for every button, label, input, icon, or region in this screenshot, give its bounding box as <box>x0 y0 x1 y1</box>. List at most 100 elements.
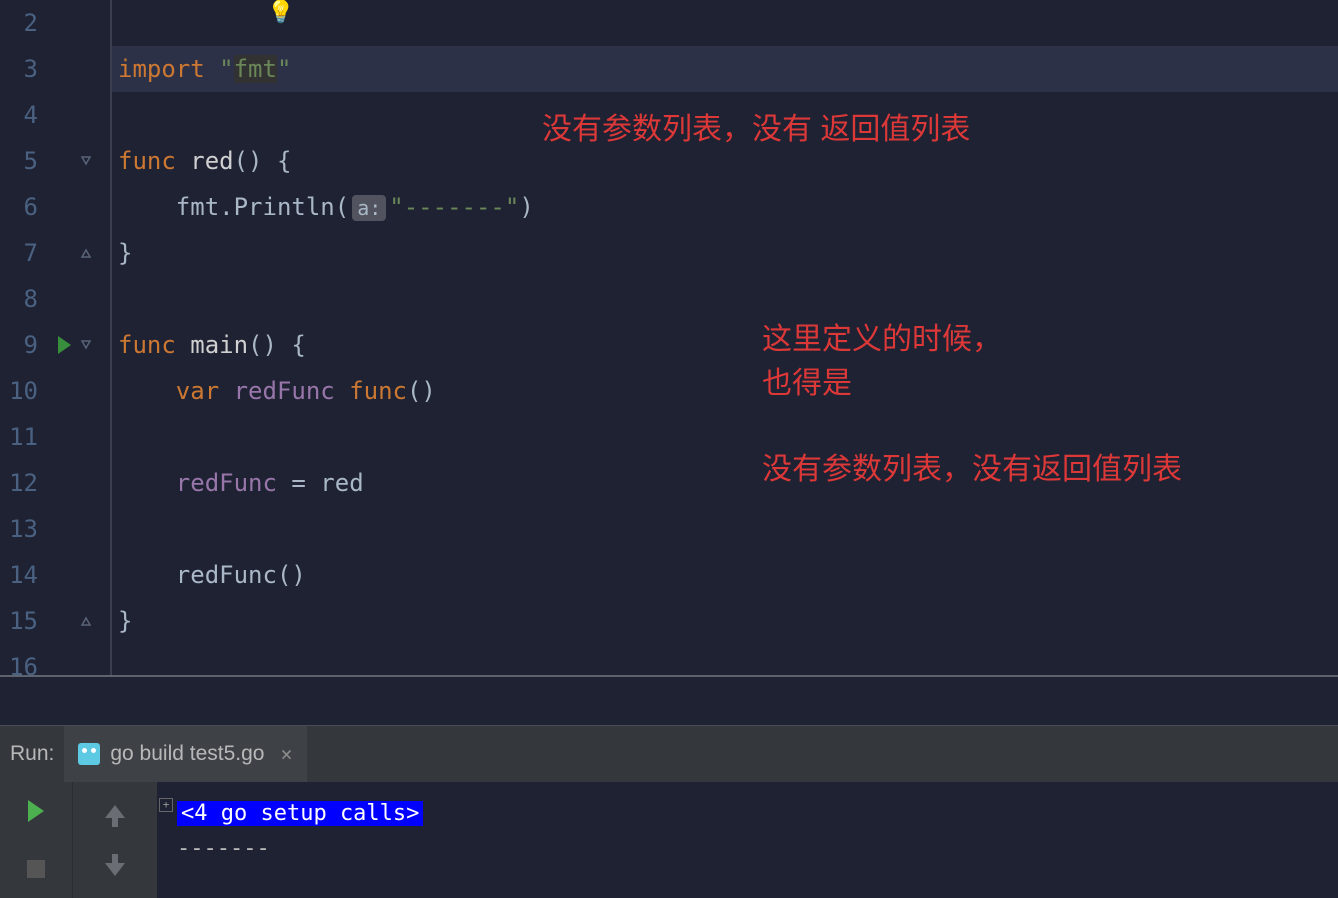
scroll-down-button[interactable] <box>73 840 157 898</box>
code-line[interactable] <box>112 644 1338 675</box>
line-number: 13 <box>0 506 50 552</box>
code-line[interactable]: } <box>112 230 1338 276</box>
code-line[interactable]: fmt.Println(a:"-------") <box>112 184 1338 230</box>
code-token: red <box>190 147 233 175</box>
console-panel: + <4 go setup calls> ------- <box>0 782 1338 898</box>
fold-marker-slot[interactable] <box>78 322 110 368</box>
run-panel-header: Run: go build test5.go × <box>0 725 1338 782</box>
fold-marker-slot <box>78 506 110 552</box>
line-number: 5 <box>0 138 50 184</box>
fold-marker-slot <box>78 184 110 230</box>
fold-marker-slot[interactable] <box>78 598 110 644</box>
run-marker-slot <box>50 644 78 675</box>
code-token: () { <box>234 147 292 175</box>
code-line[interactable]: func main() { <box>112 322 1338 368</box>
code-line[interactable]: } <box>112 598 1338 644</box>
run-marker-slot <box>50 184 78 230</box>
code-token: () <box>407 377 436 405</box>
line-number: 15 <box>0 598 50 644</box>
line-number: 11 <box>0 414 50 460</box>
line-number-gutter: 2345678910111213141516 <box>0 0 50 675</box>
expand-icon[interactable]: + <box>159 798 173 812</box>
line-number: 6 <box>0 184 50 230</box>
fold-marker-slot <box>78 46 110 92</box>
run-line-icon <box>58 336 71 354</box>
line-number: 8 <box>0 276 50 322</box>
stop-button[interactable] <box>0 840 72 898</box>
code-token: redFunc <box>234 377 350 405</box>
code-line[interactable] <box>112 506 1338 552</box>
run-config-title: go build test5.go <box>110 742 264 766</box>
close-icon[interactable]: × <box>280 742 292 766</box>
fold-marker-slot[interactable] <box>78 138 110 184</box>
console-output[interactable]: + <4 go setup calls> ------- <box>157 782 1338 898</box>
run-marker-slot <box>50 460 78 506</box>
run-marker-slot <box>50 92 78 138</box>
code-token: "-------" <box>389 193 519 221</box>
run-marker-slot <box>50 46 78 92</box>
code-line[interactable]: var redFunc func() <box>112 368 1338 414</box>
code-line[interactable]: redFunc() <box>112 552 1338 598</box>
code-content[interactable]: 💡 import "fmt"func red() { fmt.Println(a… <box>112 0 1338 675</box>
code-token: redFunc <box>176 469 277 497</box>
code-token: () { <box>248 331 306 359</box>
code-token: redFunc() <box>118 561 306 589</box>
line-number: 2 <box>0 0 50 46</box>
arrow-up-icon <box>105 805 125 818</box>
annotation-text: 没有参数列表，没有 返回值列表 <box>542 104 970 148</box>
code-token: = red <box>277 469 364 497</box>
line-number: 3 <box>0 46 50 92</box>
run-marker-slot <box>50 276 78 322</box>
spacer <box>0 677 1338 725</box>
play-icon <box>28 800 44 822</box>
code-token: fmt.Println( <box>118 193 349 221</box>
code-token: fmt <box>234 55 277 83</box>
console-output-line: ------- <box>177 836 270 861</box>
code-token: } <box>118 239 132 267</box>
stop-icon <box>27 860 45 878</box>
rerun-button[interactable] <box>0 782 72 840</box>
setup-calls-fold[interactable]: <4 go setup calls> <box>177 801 423 826</box>
run-marker-slot[interactable] <box>50 322 78 368</box>
scroll-up-button[interactable] <box>73 782 157 840</box>
gopher-icon <box>78 743 100 765</box>
fold-gutter <box>78 0 110 675</box>
line-number: 14 <box>0 552 50 598</box>
run-marker-slot <box>50 552 78 598</box>
fold-marker-slot <box>78 92 110 138</box>
fold-marker-slot[interactable] <box>78 230 110 276</box>
code-token: func <box>349 377 407 405</box>
fold-marker-slot <box>78 460 110 506</box>
run-marker-slot <box>50 138 78 184</box>
run-marker-slot <box>50 506 78 552</box>
code-token: } <box>118 607 132 635</box>
annotation-text: 这里定义的时候， 也得是 <box>762 314 1002 402</box>
code-token: var <box>176 377 234 405</box>
run-marker-slot <box>50 230 78 276</box>
run-marker-slot <box>50 414 78 460</box>
code-token: main <box>190 331 248 359</box>
fold-marker-slot <box>78 0 110 46</box>
console-secondary-toolbar <box>72 782 157 898</box>
fold-marker-slot <box>78 414 110 460</box>
line-number: 12 <box>0 460 50 506</box>
fold-marker-slot <box>78 552 110 598</box>
fold-marker-slot <box>78 276 110 322</box>
code-editor[interactable]: 2345678910111213141516 💡 import "fmt"fun… <box>0 0 1338 675</box>
line-number: 7 <box>0 230 50 276</box>
code-line[interactable] <box>112 0 1338 46</box>
run-config-tab[interactable]: go build test5.go × <box>64 726 306 782</box>
code-line[interactable] <box>112 276 1338 322</box>
console-primary-toolbar <box>0 782 72 898</box>
code-token: ) <box>519 193 533 221</box>
run-marker-slot <box>50 0 78 46</box>
code-line[interactable]: import "fmt" <box>112 46 1338 92</box>
run-label: Run: <box>0 742 64 766</box>
code-token: " <box>277 55 291 83</box>
inline-param-hint: a: <box>352 195 386 221</box>
line-number: 4 <box>0 92 50 138</box>
fold-marker-slot <box>78 644 110 675</box>
code-token <box>118 469 176 497</box>
run-marker-slot <box>50 598 78 644</box>
line-number: 10 <box>0 368 50 414</box>
